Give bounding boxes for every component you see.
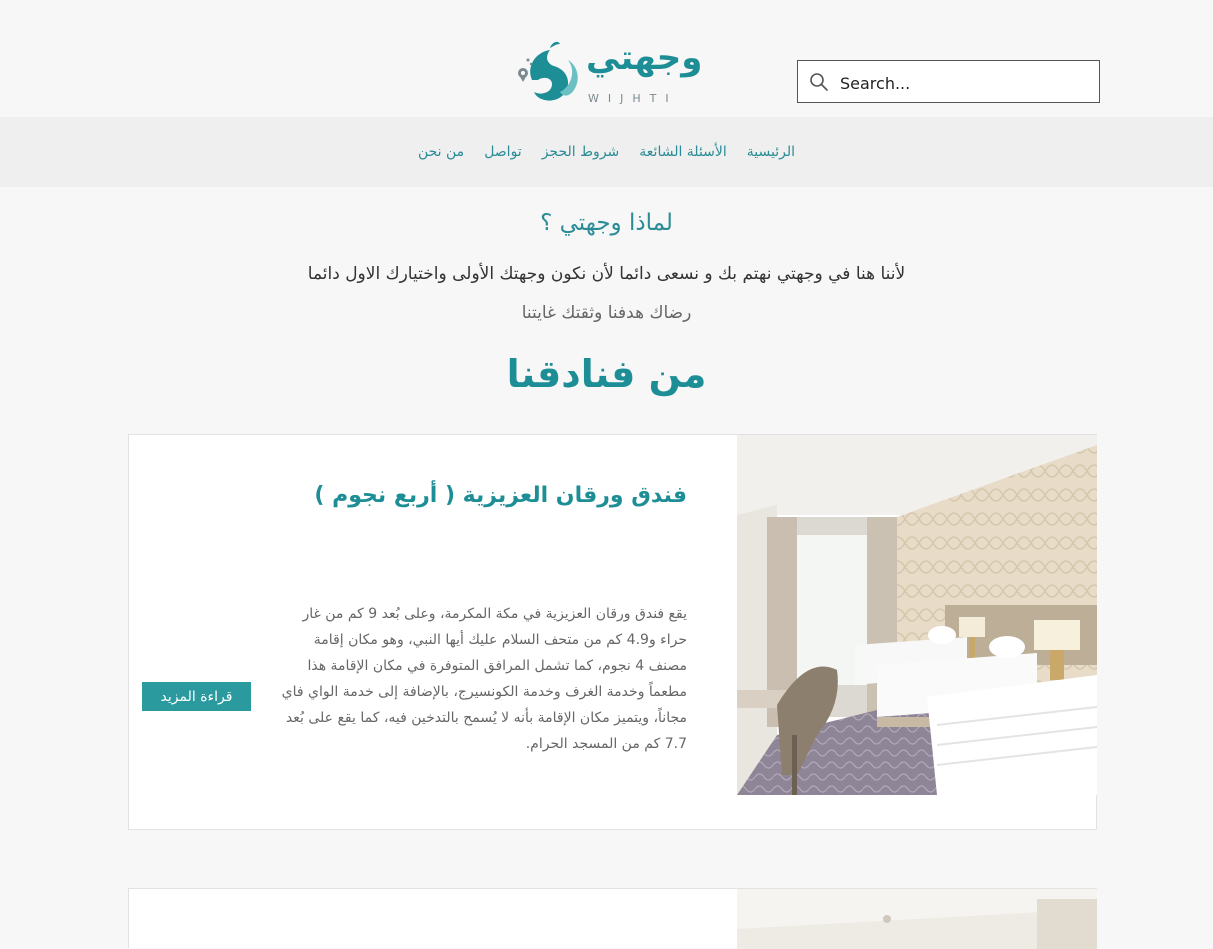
site-header: وجهتي WIJHTI [0,0,1213,117]
logo-latin-wordmark: WIJHTI [588,92,678,105]
main-navigation: الرئيسية الأسئلة الشائعة شروط الحجز تواص… [0,117,1213,187]
location-pin-logo-icon [518,41,578,101]
read-more-button[interactable]: قراءة المزيد [142,682,251,711]
search-box[interactable] [797,60,1100,103]
hotel-card-description: يقع فندق ورقان العزيزية في مكة المكرمة، … [281,606,687,752]
search-icon [810,73,828,91]
nav-menu: الرئيسية الأسئلة الشائعة شروط الحجز تواص… [0,117,1213,187]
why-us-tagline: رضاك هدفنا وثقتك غايتنا [521,303,692,323]
hotel-room-image [737,889,1097,949]
nav-item-contact[interactable]: تواصل [484,144,522,160]
nav-item-about[interactable]: من نحن [418,144,464,160]
search-input[interactable] [838,69,1092,97]
logo-wordmark: وجهتي [586,38,703,78]
site-logo[interactable]: وجهتي WIJHTI [514,38,704,108]
nav-item-faq[interactable]: الأسئلة الشائعة [639,144,727,160]
hotel-card: فندق ورقان العزيزية ( أربع نجوم ) يقع فن… [128,434,1097,830]
hotel-room-picture [737,435,1097,795]
hotel-room-image [737,435,1097,795]
why-us-heading: لماذا وجهتي ؟ [540,210,673,236]
nav-item-home[interactable]: الرئيسية [747,144,795,160]
hotels-section-heading: من فنادقنا [506,352,707,396]
nav-item-booking-terms[interactable]: شروط الحجز [542,144,620,160]
why-us-text: لأننا هنا في وجهتي نهتم بك و نسعى دائما … [307,264,906,284]
hotel-card [128,888,1097,949]
hotel-room-picture [737,889,1097,949]
hotel-card-title: فندق ورقان العزيزية ( أربع نجوم ) [314,483,687,508]
